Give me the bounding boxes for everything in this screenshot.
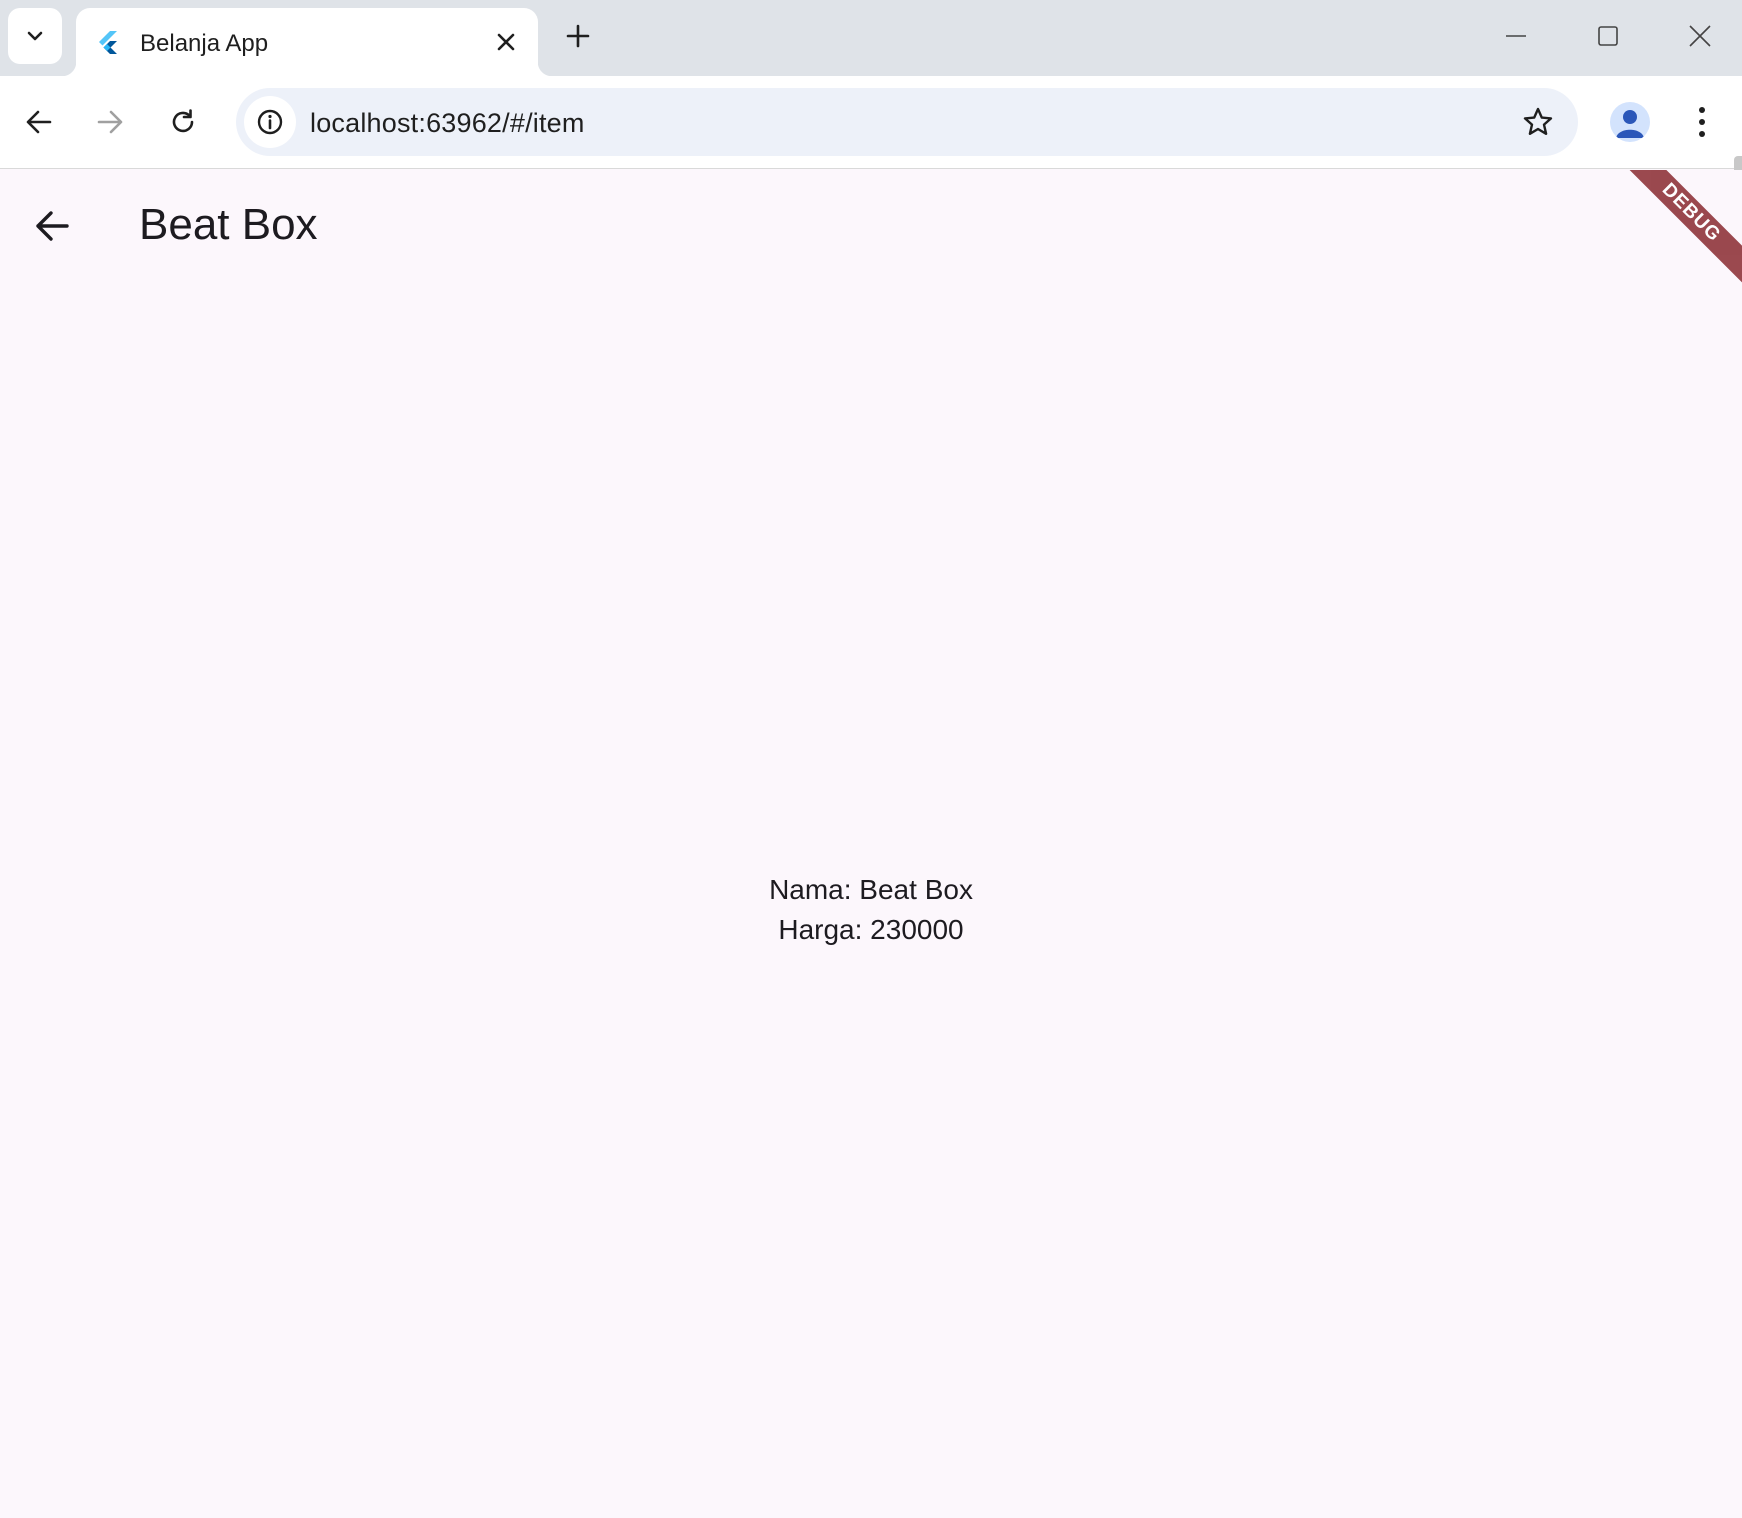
close-icon <box>497 33 515 51</box>
browser-toolbar: localhost:63962/#/item <box>0 76 1742 236</box>
tab-title: Belanja App <box>140 30 269 57</box>
reload-icon <box>172 109 194 133</box>
item-price-text: Harga: 230000 <box>778 914 964 945</box>
arrow-left-icon <box>26 110 52 134</box>
back-button[interactable] <box>13 96 65 148</box>
new-tab-button[interactable] <box>556 14 600 58</box>
tab-strip: Belanja App <box>0 0 1742 76</box>
chevron-down-icon <box>27 31 43 41</box>
maximize-button[interactable] <box>1580 10 1636 62</box>
address-bar[interactable]: localhost:63962/#/item <box>236 88 1578 156</box>
maximize-icon <box>1598 26 1618 46</box>
arrow-left-icon <box>36 211 69 241</box>
browser-window: Belanja App localhost:63962/#/item Beat … <box>0 0 1742 1518</box>
window-close-button[interactable] <box>1672 10 1728 62</box>
minimize-button[interactable] <box>1488 10 1544 62</box>
arrow-right-icon <box>97 110 123 134</box>
item-name-text: Nama: Beat Box <box>769 874 973 905</box>
tab-close-button[interactable] <box>492 28 520 56</box>
browser-menu-button[interactable] <box>1680 96 1724 148</box>
page-title: Beat Box <box>139 200 318 249</box>
site-info-button[interactable] <box>244 96 296 148</box>
profile-button[interactable] <box>1610 102 1650 142</box>
plus-icon <box>566 24 590 48</box>
forward-button[interactable] <box>84 96 136 148</box>
info-icon <box>257 109 283 135</box>
more-vert-icon <box>1699 107 1705 137</box>
app-back-button[interactable] <box>24 198 80 254</box>
app-bar: Beat Box <box>0 170 1742 282</box>
close-icon <box>1689 25 1711 47</box>
tab-search-button[interactable] <box>8 8 62 64</box>
browser-tab[interactable]: Belanja App <box>62 8 552 76</box>
flutter-logo-icon <box>99 31 117 54</box>
star-icon <box>1523 107 1553 135</box>
bookmark-button[interactable] <box>1514 98 1562 146</box>
item-detail: Nama: Beat Box Harga: 230000 <box>0 870 1742 950</box>
minimize-icon <box>1506 35 1526 37</box>
url-text[interactable]: localhost:63962/#/item <box>310 108 585 139</box>
app-page: Beat Box DEBUG Nama: Beat Box Harga: 230… <box>0 170 1742 1518</box>
person-icon <box>1616 110 1644 138</box>
reload-button[interactable] <box>157 96 209 148</box>
